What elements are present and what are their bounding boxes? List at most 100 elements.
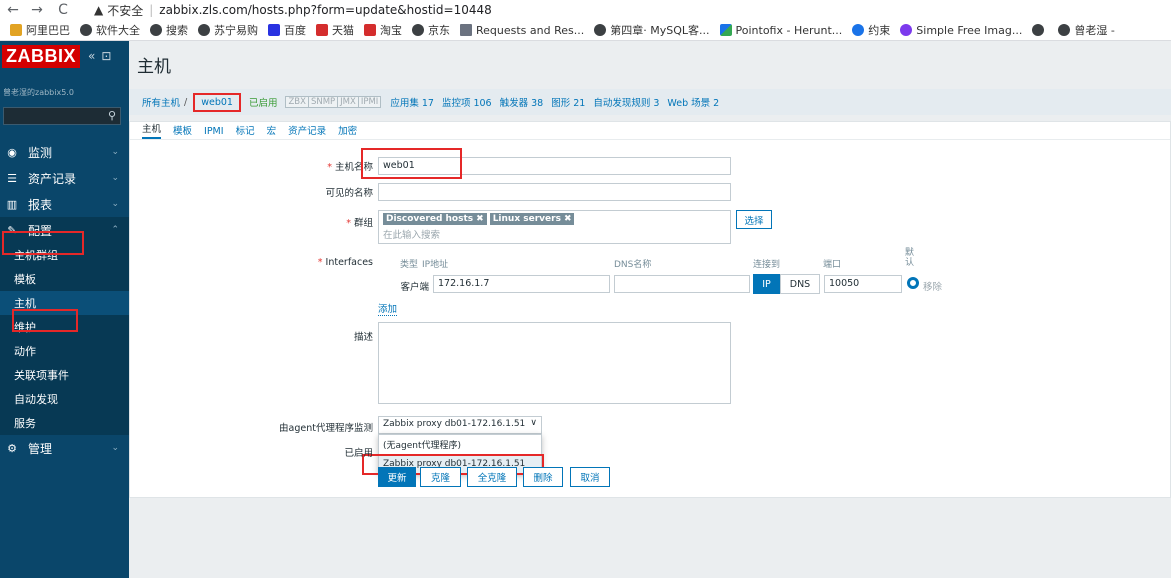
proxy-select[interactable]: Zabbix proxy db01-172.16.1.51 ∨	[378, 416, 542, 434]
menu-item-monitoring[interactable]: ◉ 监测 ⌄	[0, 139, 129, 165]
enabled-label: 已启用	[344, 448, 373, 459]
main-menu: ◉ 监测 ⌄ ☰ 资产记录 ⌄ ▥ 报表 ⌄ ✎ 配置 ⌃ 主机群组 模板 主机…	[0, 139, 129, 461]
chevron-down-icon: ∨	[530, 418, 537, 428]
menu-item-reports[interactable]: ▥ 报表 ⌄	[0, 191, 129, 217]
items-link[interactable]: 监控项 106	[442, 95, 492, 109]
menu-label: 监测	[28, 145, 53, 160]
availability-badges: ZBX SNMP JMX IPMI	[285, 96, 382, 108]
host-status-enabled[interactable]: 已启用	[249, 95, 278, 109]
interface-port-input[interactable]: 10050	[824, 275, 902, 293]
remove-tag-icon[interactable]: ✖	[564, 214, 572, 224]
clone-button[interactable]: 克隆	[420, 467, 461, 487]
tab-templates[interactable]: 模板	[173, 123, 192, 139]
submenu-event-correlation[interactable]: 关联项事件	[0, 363, 129, 387]
bookmark-item[interactable]: 百度	[268, 22, 306, 38]
zbx-badge: ZBX	[285, 96, 309, 108]
visible-name-input[interactable]	[378, 183, 731, 201]
bookmark-item[interactable]: 曾老湿 -	[1058, 22, 1115, 38]
add-interface-link[interactable]: 添加	[378, 301, 398, 316]
chevron-up-icon: ⌃	[111, 225, 119, 235]
remove-tag-icon[interactable]: ✖	[476, 214, 484, 224]
bookmark-item[interactable]: 搜索	[150, 22, 188, 38]
annotation-box-hosts	[12, 309, 78, 332]
current-host-link[interactable]: web01	[193, 92, 241, 112]
server-name: 曾老湿的zabbix5.0	[3, 88, 74, 97]
interface-dns-input[interactable]	[614, 275, 750, 293]
web-scenarios-link[interactable]: Web 场景 2	[667, 95, 719, 109]
interfaces-label: * Interfaces	[290, 257, 373, 268]
remove-interface-link[interactable]: 移除	[923, 279, 942, 293]
bookmark-item[interactable]: 京东	[412, 22, 450, 38]
url-divider: |	[149, 3, 154, 17]
menu-item-inventory[interactable]: ☰ 资产记录 ⌄	[0, 165, 129, 191]
tab-tags[interactable]: 标记	[236, 123, 255, 139]
submenu-discovery[interactable]: 自动发现	[0, 387, 129, 411]
submenu-services[interactable]: 服务	[0, 411, 129, 435]
bookmark-label: 苏宁易购	[214, 24, 258, 37]
applications-link[interactable]: 应用集 17	[390, 95, 434, 109]
bookmark-item[interactable]: 第四章· MySQL客...	[594, 22, 710, 38]
tab-ipmi[interactable]: IPMI	[204, 126, 224, 139]
bookmark-item[interactable]: Simple Free Imag...	[900, 24, 1022, 37]
kiosk-mode-icon[interactable]: ⊡	[101, 49, 111, 63]
menu-item-administration[interactable]: ⚙ 管理 ⌄	[0, 435, 129, 461]
forward-button[interactable]: →	[28, 2, 46, 18]
graphs-link[interactable]: 图形 21	[551, 95, 585, 109]
logo-row: ZABBIX « ⊡	[0, 41, 129, 81]
required-mark: *	[317, 257, 326, 268]
cancel-button[interactable]: 取消	[570, 467, 610, 487]
description-textarea[interactable]	[378, 322, 731, 404]
triggers-link[interactable]: 触发器 38	[500, 95, 544, 109]
collapse-sidebar-icon[interactable]: «	[88, 49, 95, 63]
default-interface-radio[interactable]	[907, 277, 919, 289]
reload-button[interactable]: C	[54, 2, 72, 18]
url-field[interactable]: zabbix.zls.com/hosts.php?form=update&hos…	[159, 3, 491, 17]
globe-icon	[412, 24, 424, 36]
tab-encryption[interactable]: 加密	[338, 123, 357, 139]
bookmark-item[interactable]: 约束	[852, 22, 890, 38]
tab-host[interactable]: 主机	[142, 121, 162, 139]
groups-multiselect[interactable]: Discovered hosts ✖ Linux servers ✖ 在此输入搜索	[378, 210, 731, 244]
all-hosts-link[interactable]: 所有主机	[142, 95, 180, 109]
connect-dns-button[interactable]: DNS	[780, 274, 820, 294]
s-icon	[900, 24, 913, 36]
delete-button[interactable]: 删除	[523, 467, 563, 487]
tab-inventory[interactable]: 资产记录	[288, 123, 326, 139]
tab-macros[interactable]: 宏	[267, 123, 277, 139]
submenu-actions[interactable]: 动作	[0, 339, 129, 363]
bookmark-item[interactable]: Requests and Res...	[460, 24, 584, 37]
gear-icon: ⚙	[7, 441, 17, 455]
groups-search-placeholder[interactable]: 在此输入搜索	[383, 227, 726, 241]
discovery-rules-link[interactable]: 自动发现规则 3	[593, 95, 659, 109]
bookmark-item[interactable]	[1032, 24, 1048, 36]
bookmark-label: 天猫	[332, 24, 354, 37]
connect-ip-button[interactable]: IP	[753, 274, 780, 294]
bookmark-item[interactable]: 阿里巴巴	[10, 22, 70, 38]
required-mark: *	[346, 218, 354, 229]
pointofix-icon	[719, 24, 732, 36]
bookmark-item[interactable]: 淘宝	[364, 22, 402, 38]
back-button[interactable]: ←	[4, 2, 22, 18]
eye-icon: ◉	[7, 145, 17, 159]
zabbix-logo[interactable]: ZABBIX	[2, 45, 80, 68]
update-button[interactable]: 更新	[378, 467, 416, 487]
search-icon[interactable]: ⚲	[108, 109, 116, 122]
col-ip-header: IP地址	[422, 260, 449, 270]
interface-ip-input[interactable]: 172.16.1.7	[433, 275, 610, 293]
proxy-option-none[interactable]: (无agent代理程序)	[379, 435, 541, 454]
full-clone-button[interactable]: 全克隆	[467, 467, 517, 487]
sidebar: ZABBIX « ⊡ 曾老湿的zabbix5.0 ⚲ ◉ 监测 ⌄ ☰ 资产记录…	[0, 41, 129, 578]
submenu-templates[interactable]: 模板	[0, 267, 129, 291]
security-status[interactable]: 不安全	[107, 2, 143, 19]
bookmark-item[interactable]: 苏宁易购	[198, 22, 258, 38]
bookmark-item[interactable]: Pointofix - Herunt...	[719, 24, 842, 37]
snmp-badge: SNMP	[307, 96, 339, 108]
groups-label: * 群组	[290, 215, 373, 229]
select-groups-button[interactable]: 选择	[736, 210, 772, 229]
globe-icon	[1058, 24, 1071, 36]
bookmark-item[interactable]: 软件大全	[80, 22, 140, 38]
host-form-card: 主机 模板 IPMI 标记 宏 资产记录 加密 * 主机名称 web01 可见的…	[129, 121, 1171, 498]
bookmark-item[interactable]: 天猫	[316, 22, 354, 38]
bookmark-label: 京东	[428, 24, 450, 37]
sidebar-search-input[interactable]: ⚲	[3, 107, 121, 125]
